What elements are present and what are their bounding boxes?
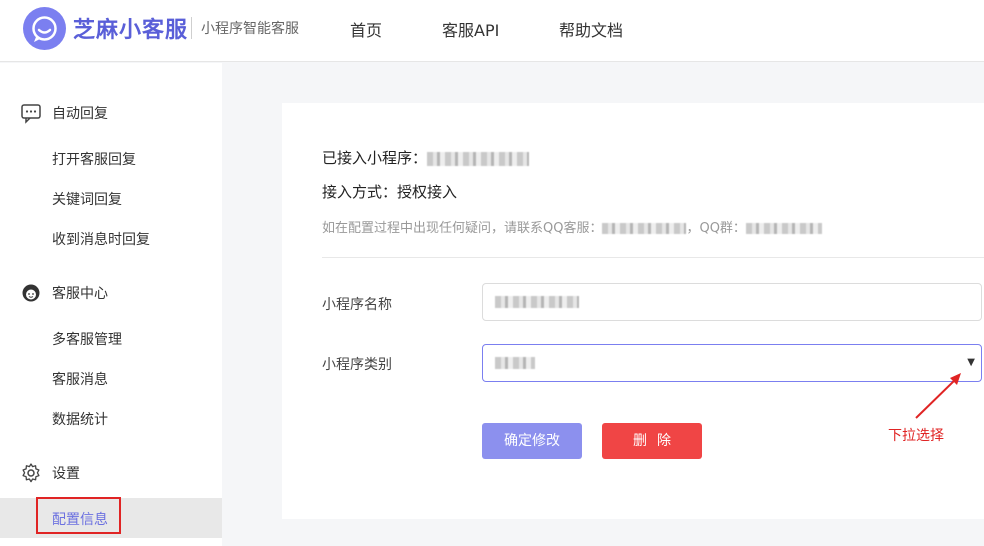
annotation-arrow (915, 373, 961, 419)
annotation-label: 下拉选择 (888, 428, 944, 444)
